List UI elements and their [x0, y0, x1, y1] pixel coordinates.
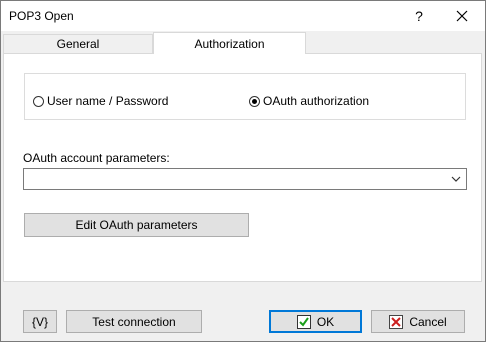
- radio-oauth-label: OAuth authorization: [263, 94, 370, 108]
- test-connection-label: Test connection: [92, 314, 176, 329]
- close-icon: [456, 10, 468, 22]
- radio-checked-icon: [249, 95, 260, 107]
- variables-label: {V}: [31, 314, 49, 329]
- radio-oauth[interactable]: OAuth authorization: [249, 94, 369, 108]
- chevron-down-icon: [451, 176, 461, 182]
- help-button[interactable]: ?: [401, 1, 437, 31]
- tab-authorization-label: Authorization: [194, 36, 265, 51]
- tab-general[interactable]: General: [3, 34, 153, 53]
- radio-username-password-label: User name / Password: [47, 94, 169, 108]
- ok-button[interactable]: OK: [269, 310, 362, 333]
- tab-authorization[interactable]: Authorization: [153, 32, 306, 54]
- ok-label: OK: [316, 314, 335, 329]
- title-bar: POP3 Open ?: [1, 1, 485, 31]
- variables-button[interactable]: {V}: [23, 310, 57, 333]
- oauth-params-label: OAuth account parameters:: [23, 151, 170, 165]
- window-title: POP3 Open: [9, 9, 74, 23]
- edit-oauth-parameters-button[interactable]: Edit OAuth parameters: [24, 213, 249, 237]
- edit-oauth-parameters-label: Edit OAuth parameters: [75, 218, 198, 232]
- tab-general-label: General: [56, 37, 100, 51]
- help-label: ?: [415, 8, 423, 24]
- auth-method-group: User name / Password OAuth authorization: [24, 73, 466, 120]
- dialog-window: POP3 Open ? General Authorization User n…: [0, 0, 486, 342]
- radio-username-password[interactable]: User name / Password: [33, 94, 168, 108]
- cancel-label: Cancel: [409, 314, 447, 329]
- authorization-panel: User name / Password OAuth authorization…: [3, 53, 482, 282]
- close-button[interactable]: [439, 1, 485, 31]
- test-connection-button[interactable]: Test connection: [66, 310, 202, 333]
- cancel-x-icon: [389, 314, 404, 329]
- cancel-button[interactable]: Cancel: [371, 310, 465, 333]
- checkmark-icon: [296, 314, 311, 329]
- oauth-params-select[interactable]: [23, 168, 467, 190]
- radio-unchecked-icon: [33, 95, 44, 107]
